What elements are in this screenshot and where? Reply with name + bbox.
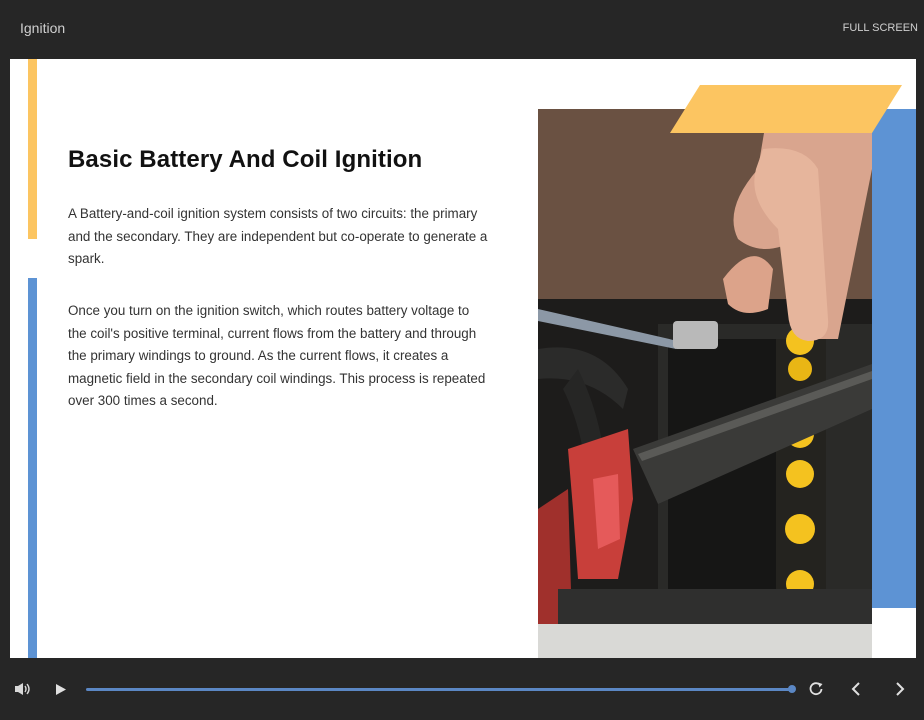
- app-title: Ignition: [20, 20, 66, 36]
- accent-bar-yellow: [28, 59, 37, 239]
- slide: Basic Battery And Coil Ignition A Batter…: [10, 59, 916, 658]
- player-controls: [0, 658, 924, 720]
- volume-icon[interactable]: [14, 682, 32, 701]
- replay-icon[interactable]: [808, 681, 824, 702]
- previous-icon[interactable]: [851, 682, 861, 701]
- progress-bar[interactable]: [86, 688, 792, 691]
- fullscreen-button[interactable]: FULL SCREEN: [843, 22, 918, 34]
- progress-handle[interactable]: [788, 685, 796, 693]
- top-bar: Ignition FULL SCREEN: [0, 0, 924, 58]
- accent-block-yellow: [670, 85, 902, 133]
- accent-bar-blue: [28, 278, 37, 658]
- play-icon[interactable]: [55, 683, 67, 701]
- accent-block-blue: [872, 109, 916, 608]
- paragraph-intro: A Battery-and-coil ignition system consi…: [68, 206, 488, 266]
- paragraph-details: Once you turn on the ignition switch, wh…: [68, 303, 486, 408]
- slide-title: Basic Battery And Coil Ignition: [68, 146, 423, 173]
- next-icon[interactable]: [895, 682, 905, 701]
- battery-photo: [538, 109, 872, 658]
